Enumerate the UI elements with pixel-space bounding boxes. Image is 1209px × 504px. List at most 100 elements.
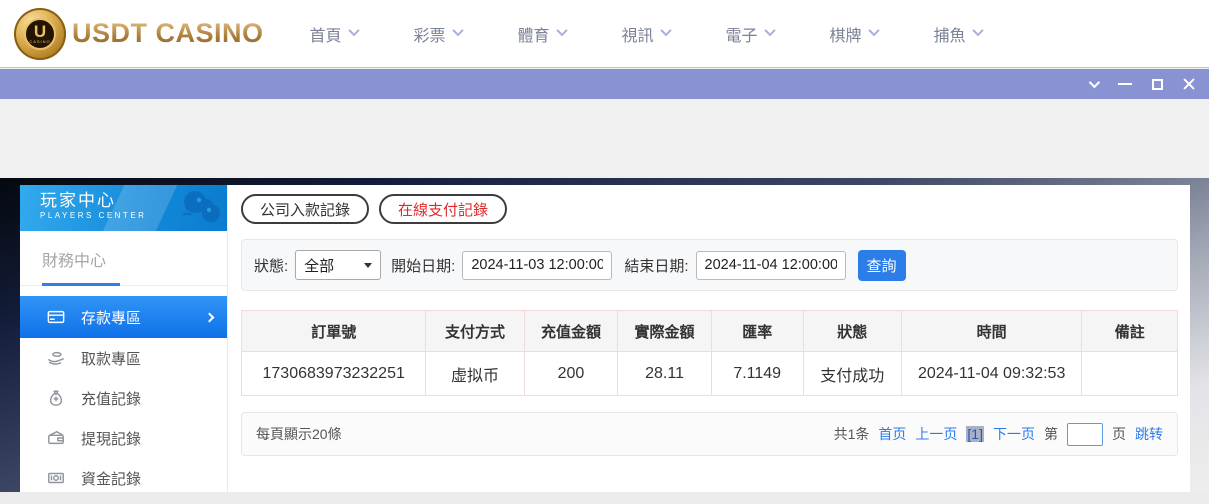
total-count-text: 共1条: [833, 426, 870, 442]
close-icon: [1182, 77, 1196, 91]
jump-prefix-label: 第: [1044, 426, 1058, 442]
next-page-link[interactable]: 下一页: [993, 424, 1035, 444]
sidebar-item-deposit-zone[interactable]: 存款專區: [20, 296, 227, 338]
sidebar-item-recharge-records[interactable]: 充值記錄: [20, 378, 227, 418]
tab-online-payment-records[interactable]: 在線支付記錄: [379, 194, 508, 224]
end-date-label: 結束日期:: [624, 257, 689, 275]
nav-label: 體育: [517, 27, 550, 45]
collapse-button[interactable]: [1077, 69, 1109, 99]
chevron-down-icon: [451, 24, 464, 37]
chevron-down-icon: [555, 24, 568, 37]
search-button[interactable]: 查詢: [857, 249, 906, 281]
wallet-icon: [48, 430, 64, 445]
column-header-actual-amount: 實際金額: [617, 310, 712, 352]
nav-label: 捕魚: [933, 27, 966, 45]
minimize-button[interactable]: [1109, 69, 1141, 99]
nav-label: 棋牌: [829, 27, 862, 45]
nav-item-cards[interactable]: 棋牌: [802, 0, 906, 68]
logo-emblem: U CASINO: [24, 17, 56, 50]
first-page-link[interactable]: 首页: [878, 424, 906, 444]
prev-page-link[interactable]: 上一页: [915, 424, 957, 444]
nav-label: 彩票: [413, 27, 446, 45]
app-header: U CASINO USDT CASINO 首頁 彩票 體育 視訊 電子 棋牌 捕…: [0, 0, 1209, 68]
start-date-input[interactable]: [462, 250, 613, 280]
brand-name: USDT CASINO: [72, 18, 264, 48]
sidebar-item-label: 提現記錄: [81, 430, 142, 448]
status-select[interactable]: 全部: [295, 250, 382, 280]
column-header-time: 時間: [900, 310, 1083, 352]
filter-bar: 狀態: 全部 開始日期: 結束日期: 查詢: [241, 239, 1178, 291]
nav-item-slots[interactable]: 電子: [698, 0, 802, 68]
cell-order-no: 1730683973232251: [240, 351, 427, 396]
record-tabs: 公司入款記錄 在線支付記錄: [241, 194, 1178, 224]
sidebar-item-label: 取款專區: [81, 350, 142, 368]
logo-ball-icon: U CASINO: [14, 7, 66, 60]
money-bag-icon: [49, 390, 63, 406]
content-panel: 玩家中心 PLAYERS CENTER 財務中心 存款專區 取款專區 充值記錄 …: [20, 185, 1190, 492]
nav-label: 視訊: [621, 27, 654, 45]
gamepad-icon: [182, 191, 220, 222]
current-page-indicator: [1]: [966, 426, 984, 442]
end-date-input[interactable]: [695, 250, 846, 280]
nav-label: 首頁: [309, 27, 342, 45]
close-button[interactable]: [1173, 69, 1205, 99]
start-date-label: 開始日期:: [391, 257, 456, 275]
sidebar: 玩家中心 PLAYERS CENTER 財務中心 存款專區 取款專區 充值記錄 …: [20, 185, 228, 492]
maximize-icon: [1151, 78, 1163, 90]
jump-button[interactable]: 跳转: [1135, 424, 1163, 444]
table-header-row: 訂單號 支付方式 充值金額 實際金額 匯率 狀態 時間 備註: [240, 310, 1178, 352]
chevron-down-icon: [659, 24, 672, 37]
nav-item-lottery[interactable]: 彩票: [386, 0, 490, 68]
main-nav: 首頁 彩票 體育 視訊 電子 棋牌 捕魚: [282, 0, 1010, 68]
maximize-button[interactable]: [1141, 69, 1173, 99]
tab-company-deposit-records[interactable]: 公司入款記錄: [241, 194, 370, 224]
hand-coins-icon: [48, 351, 64, 365]
column-header-order-no: 訂單號: [240, 310, 427, 352]
jump-suffix-label: 页: [1112, 426, 1126, 442]
column-header-remark: 備註: [1081, 310, 1178, 352]
column-header-recharge-amount: 充值金額: [523, 310, 619, 352]
brand-logo[interactable]: U CASINO USDT CASINO: [14, 7, 264, 60]
bank-card-icon: [47, 310, 65, 324]
logo-letter: U: [33, 21, 47, 41]
select-caret-icon: [364, 262, 373, 268]
banknote-icon: [48, 472, 64, 484]
chevron-down-icon: [347, 24, 360, 37]
nav-item-fishing[interactable]: 捕魚: [906, 0, 1010, 68]
sidebar-item-withdrawal-records[interactable]: 提現記錄: [20, 418, 227, 458]
nav-item-sports[interactable]: 體育: [490, 0, 594, 68]
pager: 共1条 首页 上一页 [1] 下一页 第 页 跳转: [833, 422, 1163, 446]
column-header-pay-method: 支付方式: [425, 310, 525, 352]
nav-label: 電子: [725, 27, 758, 45]
nav-item-home[interactable]: 首頁: [282, 0, 386, 68]
logo-sub-label: CASINO: [29, 38, 51, 44]
page-background-band: [0, 99, 1209, 178]
status-select-value: 全部: [304, 257, 335, 275]
column-header-status: 狀態: [802, 310, 902, 352]
cell-recharge-amount: 200: [523, 351, 619, 396]
chevron-down-icon: [971, 24, 984, 37]
chevron-down-icon: [1088, 76, 1101, 89]
chevron-down-icon: [867, 24, 880, 37]
nav-item-live[interactable]: 視訊: [594, 0, 698, 68]
sidebar-item-label: 存款專區: [81, 309, 142, 327]
chevron-down-icon: [763, 24, 776, 37]
cell-status: 支付成功: [802, 351, 902, 396]
sidebar-item-label: 資金記錄: [81, 470, 142, 488]
cell-time: 2024-11-04 09:32:53: [900, 351, 1083, 396]
sidebar-item-withdraw-zone[interactable]: 取款專區: [20, 338, 227, 378]
page-jump-input[interactable]: [1067, 422, 1103, 446]
players-center-header: 玩家中心 PLAYERS CENTER: [20, 185, 227, 231]
records-table: 訂單號 支付方式 充值金額 實際金額 匯率 狀態 時間 備註 173068397…: [240, 310, 1178, 396]
section-divider: [20, 283, 227, 286]
section-divider-accent: [42, 283, 120, 286]
cell-remark: [1081, 351, 1178, 396]
sidebar-item-fund-records[interactable]: 資金記錄: [20, 458, 227, 498]
cell-actual-amount: 28.11: [617, 351, 712, 396]
cell-pay-method: 虚拟币: [425, 351, 525, 396]
pagination-bar: 每頁顯示20條 共1条 首页 上一页 [1] 下一页 第 页 跳转: [241, 412, 1178, 456]
chevron-right-icon: [204, 312, 215, 322]
cell-rate: 7.1149: [710, 351, 804, 396]
sidebar-item-label: 充值記錄: [81, 390, 142, 408]
table-row: 1730683973232251 虚拟币 200 28.11 7.1149 支付…: [240, 351, 1178, 396]
